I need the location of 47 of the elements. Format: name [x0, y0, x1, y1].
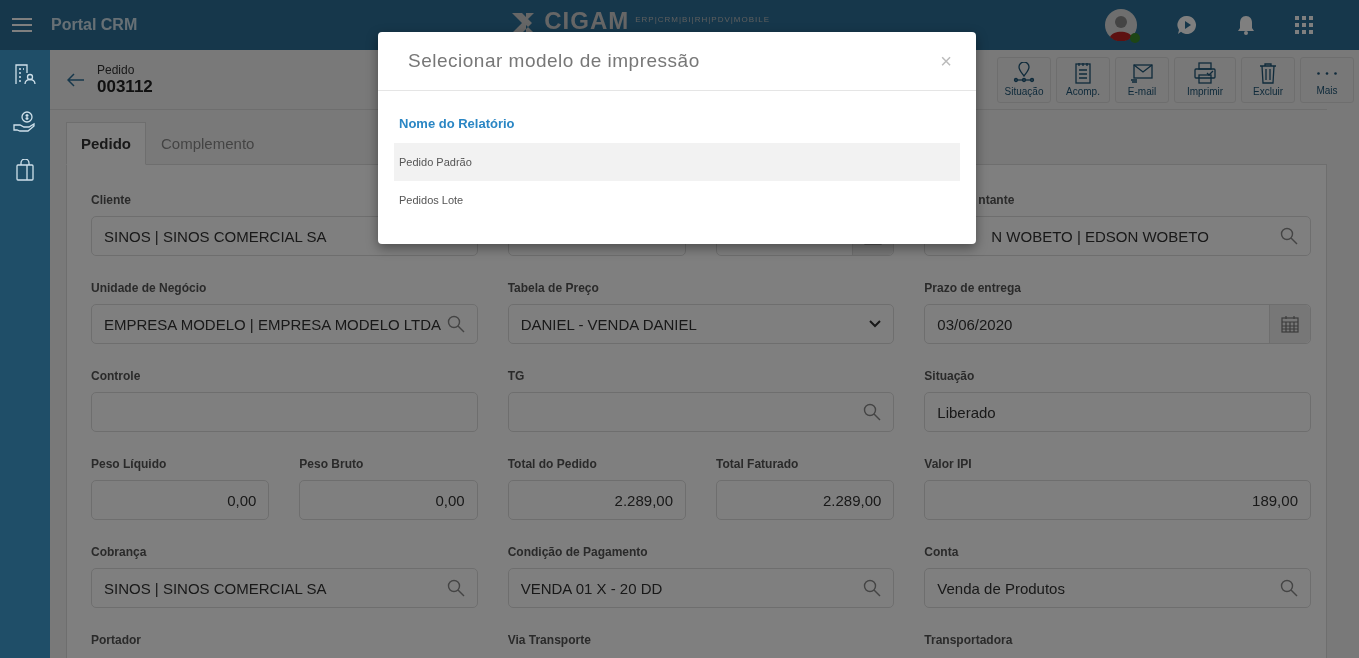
input-field[interactable]: Liberado — [924, 392, 1311, 432]
more-button[interactable]: Mais — [1300, 56, 1354, 103]
field-label: Peso Líquido — [91, 457, 167, 472]
field-label: Total Faturado — [716, 457, 799, 472]
field-label: Portador — [91, 633, 141, 648]
logo-tagline: ERP|CRM|BI|RH|PDV|MOBILE — [635, 15, 771, 24]
record-number: 003112 — [97, 76, 153, 97]
date-field[interactable]: 03/06/2020 — [924, 304, 1311, 344]
tab[interactable]: Pedido — [66, 122, 146, 165]
field-label: Prazo de entrega — [924, 281, 1022, 296]
field-label: Via Transporte — [507, 633, 591, 648]
field-label: Condição de Pagamento — [507, 545, 648, 560]
field-label: Situação — [924, 369, 975, 384]
toolbar-button[interactable]: E-mail — [1115, 56, 1169, 103]
input-field[interactable]: 189,00 — [924, 480, 1311, 520]
select-field[interactable]: DANIEL - VENDA DANIEL — [507, 304, 895, 344]
logo-text: CIGAM — [544, 7, 630, 35]
input-field[interactable]: 2.289,00 — [716, 480, 895, 520]
field-label: Peso Bruto — [299, 457, 364, 472]
dialog-title: Selecionar modelo de impressão — [408, 50, 700, 72]
report-row[interactable]: Pedidos Lote — [394, 181, 960, 219]
field-label: Valor IPI — [924, 457, 972, 472]
input-field[interactable]: 2.289,00 — [507, 480, 686, 520]
toolbar-button[interactable]: Acomp. — [1056, 56, 1110, 103]
field-label: Unidade de Negócio — [91, 281, 207, 296]
report-row[interactable]: Pedido Padrão — [394, 143, 960, 181]
toolbar-button[interactable]: Imprimir — [1174, 56, 1236, 103]
field-label: ntante — [978, 193, 1015, 208]
input-field[interactable]: Venda de Produtos — [924, 568, 1311, 608]
field-label: Cliente — [91, 193, 131, 208]
field-label: Conta — [924, 545, 959, 560]
toolbar-button[interactable]: Excluir — [1241, 56, 1295, 103]
input-field[interactable]: SINOS | SINOS COMERCIAL SA — [91, 568, 478, 608]
input-field[interactable]: VENDA 01 X - 20 DD — [507, 568, 895, 608]
input-field[interactable]: 0,00 — [299, 480, 478, 520]
record-type-label: Pedido — [97, 62, 136, 77]
field-label: Transportadora — [924, 633, 1013, 648]
column-header: Nome do Relatório — [399, 116, 515, 131]
toolbar-button[interactable]: Situação — [997, 56, 1051, 103]
input-field[interactable]: EMPRESA MODELO | EMPRESA MODELO LTDA — [91, 304, 478, 344]
field-label: Cobrança — [91, 545, 147, 560]
field-label: Tabela de Preço — [507, 281, 599, 296]
field-label: Controle — [91, 369, 141, 384]
input-field[interactable]: 0,00 — [91, 480, 270, 520]
field-label: TG — [507, 369, 525, 384]
field-label: Total do Pedido — [507, 457, 597, 472]
app-title: Portal CRM — [51, 16, 138, 34]
